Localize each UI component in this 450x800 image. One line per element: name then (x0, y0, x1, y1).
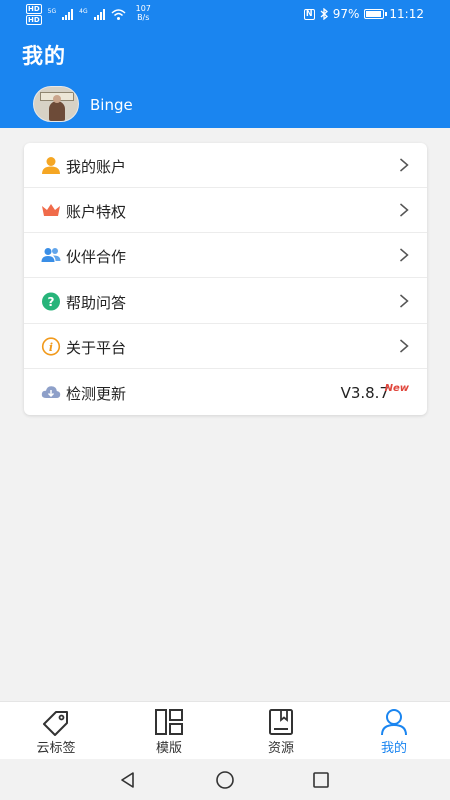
info-icon: i (41, 337, 61, 356)
wifi-icon (111, 9, 126, 20)
chevron-right-icon (400, 158, 409, 172)
status-bar: HD HD 5G 4G 107 B/s N 97% 11:12 (0, 0, 450, 30)
tab-label: 云标签 (36, 741, 76, 756)
crown-icon (42, 204, 60, 216)
nfc-icon: N (303, 8, 315, 20)
tab-label: 资源 (267, 741, 294, 756)
hd-badge: HD (26, 4, 42, 14)
tab-mine[interactable]: 我的 (349, 702, 439, 760)
network-type-label: 4G (79, 8, 88, 15)
recent-apps-icon[interactable] (311, 770, 331, 790)
menu-item-label: 检测更新 (66, 385, 127, 403)
tab-resources[interactable]: 资源 (236, 702, 326, 760)
partners-icon (41, 248, 61, 262)
menu-item-check-update[interactable]: 检测更新 V3.8.7 New (24, 370, 427, 415)
page-title: 我的 (22, 44, 66, 68)
svg-text:i: i (49, 341, 53, 354)
clock: 11:12 (389, 7, 424, 21)
menu-card: 我的账户 账户特权 伙伴合作 ? 帮助问答 i 关于平台 检测更新 V3.8.7… (24, 143, 427, 415)
battery-percent: 97% (332, 7, 360, 21)
battery-level (366, 11, 382, 17)
resource-icon (269, 709, 293, 735)
svg-text:?: ? (48, 295, 55, 309)
menu-item-my-account[interactable]: 我的账户 (24, 143, 427, 188)
chevron-right-icon (400, 203, 409, 217)
menu-item-partnership[interactable]: 伙伴合作 (24, 233, 427, 278)
menu-item-account-privileges[interactable]: 账户特权 (24, 188, 427, 233)
speed-unit: B/s (137, 13, 150, 22)
signal-icon (93, 8, 105, 20)
menu-item-label: 伙伴合作 (66, 248, 127, 266)
speed-value: 107 (135, 4, 151, 13)
question-icon: ? (42, 292, 60, 311)
bluetooth-icon (320, 8, 328, 20)
tab-cloud-label[interactable]: 云标签 (11, 702, 101, 760)
battery-icon (364, 9, 388, 19)
network-type-label: 5G (47, 8, 57, 15)
avatar[interactable] (33, 86, 79, 122)
new-badge: New (384, 383, 409, 394)
bottom-tab-bar: 云标签 模版 资源 我的 (0, 701, 450, 759)
menu-item-about[interactable]: i 关于平台 (24, 324, 427, 369)
profile-icon (381, 709, 407, 736)
template-icon (155, 709, 183, 735)
tag-icon (43, 711, 68, 736)
menu-item-label: 账户特权 (66, 203, 127, 221)
signal-icon (62, 8, 74, 20)
menu-item-label: 关于平台 (66, 339, 127, 357)
home-icon[interactable] (215, 770, 235, 790)
profile-header: 我的 Binge (0, 30, 450, 128)
user-icon (42, 157, 60, 174)
chevron-right-icon (400, 294, 409, 308)
status-right: N 97% 11:12 (303, 7, 424, 21)
username[interactable]: Binge (90, 96, 133, 114)
chevron-right-icon (400, 339, 409, 353)
menu-item-help[interactable]: ? 帮助问答 (24, 279, 427, 324)
system-nav-bar (0, 759, 450, 800)
back-icon[interactable] (118, 770, 138, 790)
tab-label: 模版 (155, 741, 182, 756)
status-left: HD HD 5G 4G 107 B/s (26, 4, 151, 25)
cloud-download-icon (41, 386, 61, 398)
tab-label: 我的 (380, 741, 407, 756)
tab-template[interactable]: 模版 (124, 702, 214, 760)
menu-item-label: 我的账户 (66, 158, 127, 176)
hd-indicators: HD HD (26, 4, 42, 25)
chevron-right-icon (400, 248, 409, 262)
network-speed: 107 B/s (136, 4, 151, 22)
hd-badge: HD (26, 15, 42, 25)
menu-item-label: 帮助问答 (66, 294, 127, 312)
version-number: V3.8.7 (340, 384, 389, 402)
